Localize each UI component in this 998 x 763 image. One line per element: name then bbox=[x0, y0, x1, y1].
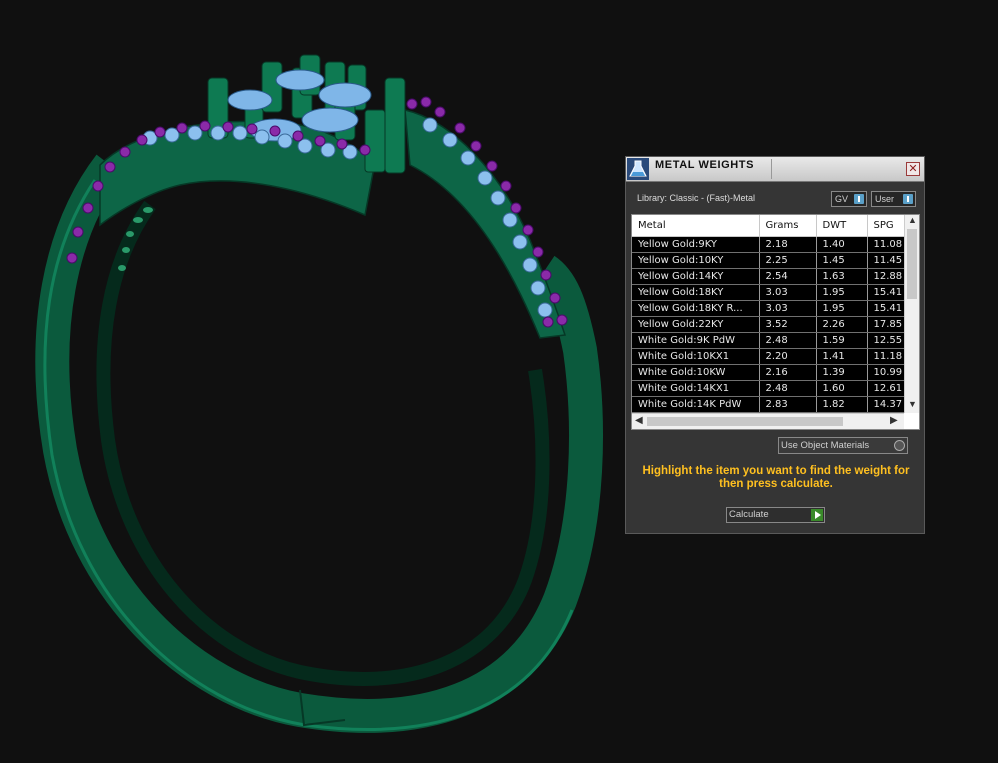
scroll-up-icon[interactable]: ▲ bbox=[908, 215, 917, 225]
cell-metal: White Gold:14K PdW bbox=[632, 396, 760, 413]
cell-dwt: 1.95 bbox=[816, 300, 868, 317]
cell-metal: Yellow Gold:9KY bbox=[632, 236, 760, 253]
column-header-metal[interactable]: Metal bbox=[632, 215, 760, 237]
cell-dwt: 1.39 bbox=[816, 364, 868, 381]
cell-dwt: 1.95 bbox=[816, 284, 868, 301]
table-row[interactable]: Yellow Gold:14KY 2.54 1.63 12.88 bbox=[632, 268, 904, 285]
cell-spg: 14.37 bbox=[867, 396, 904, 413]
table-row[interactable]: White Gold:9K PdW 2.48 1.59 12.55 bbox=[632, 332, 904, 349]
column-header-spg[interactable]: SPG bbox=[867, 215, 904, 237]
horizontal-scrollbar[interactable]: ◀ ▶ bbox=[632, 413, 904, 429]
cell-grams: 3.52 bbox=[759, 316, 817, 333]
ring-model[interactable] bbox=[35, 54, 603, 733]
instructions-text: Highlight the item you want to find the … bbox=[642, 465, 910, 490]
table-row[interactable]: Yellow Gold:10KY 2.25 1.45 11.45 bbox=[632, 252, 904, 269]
title-separator bbox=[771, 159, 772, 179]
cell-metal: White Gold:14KX1 bbox=[632, 380, 760, 397]
toggle-icon bbox=[854, 194, 864, 204]
cell-spg: 10.99 bbox=[867, 364, 904, 381]
cell-spg: 11.08 bbox=[867, 236, 904, 253]
cell-spg: 12.55 bbox=[867, 332, 904, 349]
gv-toggle-label: GV bbox=[835, 194, 849, 204]
scroll-right-icon[interactable]: ▶ bbox=[890, 415, 898, 426]
table-row[interactable]: White Gold:10KW 2.16 1.39 10.99 bbox=[632, 364, 904, 381]
cell-spg: 11.45 bbox=[867, 252, 904, 269]
column-header-grams[interactable]: Grams bbox=[759, 215, 817, 237]
close-button[interactable]: ✕ bbox=[906, 162, 920, 176]
cell-spg: 15.41 bbox=[867, 300, 904, 317]
column-header-dwt[interactable]: DWT bbox=[816, 215, 868, 237]
cell-dwt: 1.82 bbox=[816, 396, 868, 413]
cell-dwt: 1.59 bbox=[816, 332, 868, 349]
calculate-button[interactable]: Calculate bbox=[726, 507, 825, 523]
cell-metal: White Gold:10KX1 bbox=[632, 348, 760, 365]
toggle-icon bbox=[903, 194, 913, 204]
cell-spg: 12.61 bbox=[867, 380, 904, 397]
table-row[interactable]: White Gold:14KX1 2.48 1.60 12.61 bbox=[632, 380, 904, 397]
use-object-materials-checkbox[interactable]: Use Object Materials bbox=[778, 437, 908, 454]
vertical-scrollbar[interactable]: ▲ ▼ bbox=[904, 215, 919, 413]
table-row[interactable]: Yellow Gold:9KY 2.18 1.40 11.08 bbox=[632, 236, 904, 253]
cell-spg: 11.18 bbox=[867, 348, 904, 365]
user-toggle-label: User bbox=[875, 194, 895, 204]
cell-grams: 2.18 bbox=[759, 236, 817, 253]
table-row[interactable]: White Gold:14K PdW 2.83 1.82 14.37 bbox=[632, 396, 904, 413]
play-icon bbox=[811, 509, 823, 521]
panel-titlebar[interactable]: METAL WEIGHTS ✕ bbox=[626, 157, 924, 182]
flask-icon bbox=[627, 158, 649, 180]
cell-dwt: 2.26 bbox=[816, 316, 868, 333]
cell-grams: 2.48 bbox=[759, 380, 817, 397]
user-toggle[interactable]: User bbox=[871, 191, 916, 207]
scroll-left-icon[interactable]: ◀ bbox=[635, 415, 643, 426]
library-label: Library: Classic - (Fast)-Metal bbox=[637, 193, 756, 203]
cell-dwt: 1.60 bbox=[816, 380, 868, 397]
cell-metal: Yellow Gold:10KY bbox=[632, 252, 760, 269]
metal-table: Metal Grams DWT SPG Yellow Gold:9KY 2.18 1… bbox=[631, 214, 920, 430]
metal-weights-panel: METAL WEIGHTS ✕ Library: Classic - (Fast… bbox=[625, 156, 925, 534]
cell-metal: White Gold:10KW bbox=[632, 364, 760, 381]
cell-spg: 17.85 bbox=[867, 316, 904, 333]
cell-metal: Yellow Gold:18KY bbox=[632, 284, 760, 301]
cell-grams: 2.48 bbox=[759, 332, 817, 349]
cell-metal: Yellow Gold:14KY bbox=[632, 268, 760, 285]
cell-grams: 2.20 bbox=[759, 348, 817, 365]
cell-dwt: 1.45 bbox=[816, 252, 868, 269]
gv-toggle[interactable]: GV bbox=[831, 191, 867, 207]
vertical-scroll-thumb[interactable] bbox=[907, 229, 917, 299]
use-object-materials-label: Use Object Materials bbox=[781, 440, 870, 451]
table-row[interactable]: Yellow Gold:18KY 3.03 1.95 15.41 bbox=[632, 284, 904, 301]
cell-grams: 3.03 bbox=[759, 284, 817, 301]
scroll-down-icon[interactable]: ▼ bbox=[908, 399, 917, 409]
cell-grams: 2.54 bbox=[759, 268, 817, 285]
table-row[interactable]: Yellow Gold:18KY R... 3.03 1.95 15.41 bbox=[632, 300, 904, 317]
calculate-label: Calculate bbox=[729, 509, 769, 520]
cell-grams: 2.16 bbox=[759, 364, 817, 381]
cell-grams: 3.03 bbox=[759, 300, 817, 317]
panel-title: METAL WEIGHTS bbox=[655, 159, 755, 171]
table-header-row: Metal Grams DWT SPG bbox=[632, 215, 904, 237]
cell-dwt: 1.41 bbox=[816, 348, 868, 365]
cell-metal: Yellow Gold:18KY R... bbox=[632, 300, 760, 317]
ring-band-inner bbox=[96, 200, 550, 686]
cell-grams: 2.83 bbox=[759, 396, 817, 413]
cell-spg: 12.88 bbox=[867, 268, 904, 285]
cell-dwt: 1.63 bbox=[816, 268, 868, 285]
cell-spg: 15.41 bbox=[867, 284, 904, 301]
cell-grams: 2.25 bbox=[759, 252, 817, 269]
horizontal-scroll-thumb[interactable] bbox=[647, 417, 843, 426]
radio-icon[interactable] bbox=[894, 440, 905, 451]
table-row[interactable]: Yellow Gold:22KY 3.52 2.26 17.85 bbox=[632, 316, 904, 333]
cell-metal: White Gold:9K PdW bbox=[632, 332, 760, 349]
cell-dwt: 1.40 bbox=[816, 236, 868, 253]
table-row[interactable]: White Gold:10KX1 2.20 1.41 11.18 bbox=[632, 348, 904, 365]
cell-metal: Yellow Gold:22KY bbox=[632, 316, 760, 333]
metal-grid: Metal Grams DWT SPG Yellow Gold:9KY 2.18 1… bbox=[632, 215, 904, 413]
